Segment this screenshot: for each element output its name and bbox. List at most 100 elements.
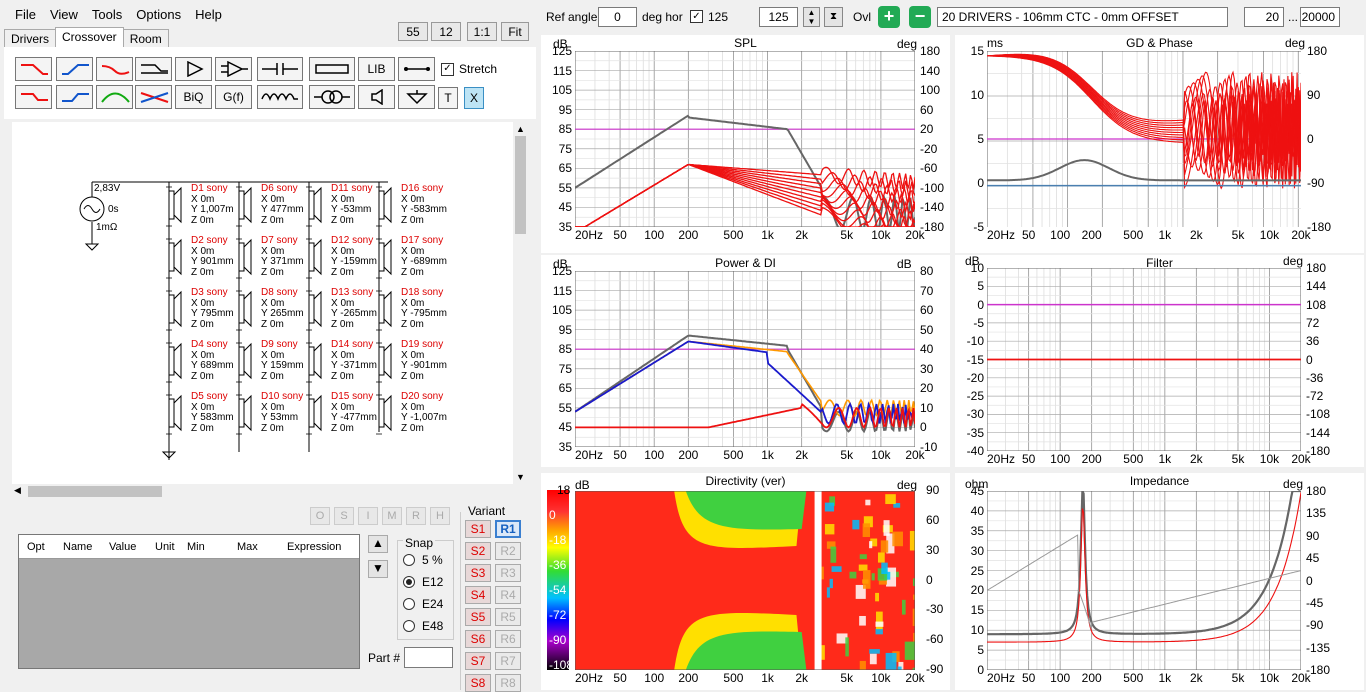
optimizer-table[interactable]: Opt Name Value Unit Min Max Expression — [18, 534, 360, 669]
plot-area[interactable] — [575, 51, 915, 227]
library-button[interactable]: LIB — [358, 57, 395, 81]
chart-dir[interactable]: Directivity (ver) dB deg 18 0 -18 -36 -54 -72 -90… — [541, 473, 950, 690]
plot-area[interactable] — [987, 491, 1301, 670]
chart-filter[interactable]: Filter dB deg 10 5 0 -5 -10 -15 -20 -25 -30 -35 -40 18… — [955, 255, 1364, 467]
driver-symbol[interactable] — [166, 392, 181, 434]
driver-symbol[interactable] — [376, 340, 391, 382]
driver-symbol[interactable] — [376, 184, 391, 226]
snap-radio[interactable] — [403, 576, 415, 588]
scroll-up-icon[interactable]: ▲ — [516, 124, 525, 134]
tab-drivers[interactable]: Drivers — [4, 29, 56, 47]
menu-file[interactable]: File — [15, 7, 36, 22]
ref-angle-input[interactable]: 0 — [598, 7, 637, 27]
driver-symbol[interactable] — [236, 236, 251, 278]
snap-option[interactable]: E12 — [403, 575, 443, 589]
driver-symbol[interactable] — [306, 184, 321, 226]
menu-tools[interactable]: Tools — [92, 7, 122, 22]
spl-max-input[interactable]: 125 — [759, 7, 798, 27]
variant-r6-button[interactable]: R6 — [495, 630, 521, 648]
add-overlay-button[interactable]: + — [878, 6, 900, 28]
inductor-button[interactable] — [257, 85, 303, 109]
chart-spl[interactable]: SPL dB deg 125 115 105 95 85 75 65 55 45 35 180 140 100… — [541, 35, 950, 253]
variant-r7-button[interactable]: R7 — [495, 652, 521, 670]
driver-symbol[interactable] — [306, 288, 321, 330]
project-title-field[interactable]: 20 DRIVERS - 106mm CTC - 0mm OFFSET — [937, 7, 1228, 27]
variant-r5-button[interactable]: R5 — [495, 608, 521, 626]
chart-power[interactable]: Power & DI dB dB 125 115 105 95 85 75 65 55 45 35 80 7… — [541, 255, 950, 467]
zoom-12-button[interactable]: 12 — [431, 22, 461, 41]
snap-radio[interactable] — [403, 598, 415, 610]
biquad-button[interactable]: BiQ — [175, 85, 212, 109]
hscroll-thumb[interactable] — [28, 486, 162, 497]
variant-r8-button[interactable]: R8 — [495, 674, 521, 692]
plot-area[interactable] — [575, 271, 915, 447]
variant-s3-button[interactable]: S3 — [465, 564, 491, 582]
directivity-map[interactable] — [575, 491, 915, 670]
delete-button[interactable]: X — [464, 87, 484, 109]
snap-option[interactable]: 5 % — [403, 553, 443, 567]
variant-r3-button[interactable]: R3 — [495, 564, 521, 582]
zoom-55-button[interactable]: 55 — [398, 22, 428, 41]
variant-s8-button[interactable]: S8 — [465, 674, 491, 692]
part-input[interactable] — [404, 647, 453, 668]
opt-s-button[interactable]: S — [334, 507, 354, 525]
menu-view[interactable]: View — [50, 7, 78, 22]
spl-spinner[interactable]: ▲ ▼ — [803, 7, 820, 27]
driver-symbol[interactable] — [236, 184, 251, 226]
chart-imp[interactable]: Impedance ohm deg 45 40 35 30 25 20 15 10 5 0 180 135 9… — [955, 473, 1364, 690]
opt-m-button[interactable]: M — [382, 507, 402, 525]
tab-crossover[interactable]: Crossover — [55, 27, 124, 47]
freq-high-input[interactable]: 20000 — [1300, 7, 1340, 27]
plot-area[interactable] — [987, 51, 1301, 227]
remove-overlay-button[interactable]: − — [909, 6, 931, 28]
schematic-hscrollbar[interactable]: ◀ — [12, 484, 513, 499]
buffer-button[interactable] — [175, 57, 212, 81]
variant-s6-button[interactable]: S6 — [465, 630, 491, 648]
driver-symbol[interactable] — [306, 392, 321, 434]
menu-options[interactable]: Options — [136, 7, 181, 22]
speaker-button[interactable] — [358, 85, 395, 109]
variant-s2-button[interactable]: S2 — [465, 542, 491, 560]
variant-s1-button[interactable]: S1 — [465, 520, 491, 538]
snap-radio[interactable] — [403, 554, 415, 566]
opt-h-button[interactable]: H — [430, 507, 450, 525]
lowpass-shelf-button[interactable] — [15, 85, 52, 109]
driver-symbol[interactable] — [306, 236, 321, 278]
scroll-down-icon[interactable]: ▼ — [516, 472, 525, 482]
stretch-checkbox[interactable]: ✓ — [441, 63, 454, 76]
opt-i-button[interactable]: I — [358, 507, 378, 525]
highpass-shelf-button[interactable] — [56, 85, 93, 109]
peaking-filter-button[interactable] — [96, 85, 133, 109]
zoom-fit-button[interactable]: Fit — [501, 22, 529, 41]
driver-symbol[interactable] — [166, 340, 181, 382]
opt-o-button[interactable]: O — [310, 507, 330, 525]
driver-symbol[interactable] — [306, 340, 321, 382]
crossover-button[interactable] — [135, 85, 172, 109]
variant-s4-button[interactable]: S4 — [465, 586, 491, 604]
opamp-button[interactable] — [215, 57, 252, 81]
delay-button[interactable] — [135, 57, 172, 81]
stretch-option[interactable]: ✓ Stretch — [441, 62, 497, 76]
driver-symbol[interactable] — [376, 392, 391, 434]
variant-r4-button[interactable]: R4 — [495, 586, 521, 604]
variant-r2-button[interactable]: R2 — [495, 542, 521, 560]
vscroll-thumb[interactable] — [515, 136, 526, 234]
driver-symbol[interactable] — [236, 392, 251, 434]
text-button[interactable]: T — [438, 87, 458, 109]
chart-gd[interactable]: GD & Phase ms deg 15 10 5 0 -5 180 90 0 -90 -180 20Hz… — [955, 35, 1364, 253]
lowpass-filter-button[interactable] — [15, 57, 52, 81]
zoom-1-1-button[interactable]: 1:1 — [467, 22, 497, 41]
driver-symbol[interactable] — [166, 184, 181, 226]
variant-s7-button[interactable]: S7 — [465, 652, 491, 670]
schematic-vscrollbar[interactable]: ▲ ▼ — [513, 122, 528, 484]
tab-room[interactable]: Room — [123, 29, 169, 47]
scroll-left-icon[interactable]: ◀ — [14, 485, 21, 496]
transformer-button[interactable] — [309, 85, 355, 109]
driver-symbol[interactable] — [376, 236, 391, 278]
plot-area[interactable] — [987, 268, 1301, 451]
driver-symbol[interactable] — [236, 340, 251, 382]
allpass-filter-button[interactable] — [96, 57, 133, 81]
schematic-canvas[interactable]: 2,83V 0s 1mΩ D1 sony X 0m Y 1,007m Z 0m D2 s… — [12, 122, 513, 484]
driver-symbol[interactable] — [236, 288, 251, 330]
spl-fit-button[interactable]: ⧗ — [824, 7, 843, 27]
